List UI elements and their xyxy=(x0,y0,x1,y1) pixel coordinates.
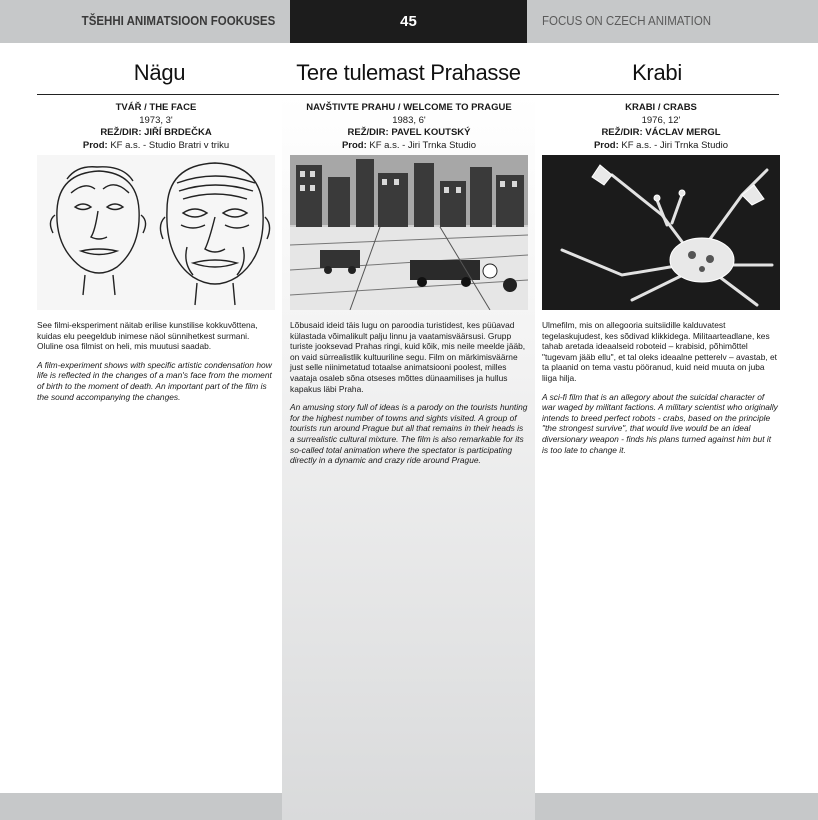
producer: KF a.s. - Jiri Trnka Studio xyxy=(621,139,729,151)
film-credits-1: TVÁŘ / THE FACE 1973, 3' REŽ/DIR: JIŘÍ B… xyxy=(37,102,275,152)
film-description-1: See filmi-eksperiment näitab erilise kun… xyxy=(37,320,275,410)
original-title: NAVŠTIVTE PRAHU / WELCOME TO PRAGUE xyxy=(306,102,512,113)
footer-bar-left xyxy=(0,793,282,820)
film-credits-2: NAVŠTIVTE PRAHU / WELCOME TO PRAGUE 1983… xyxy=(290,102,528,152)
header-section-title-en: FOCUS ON CZECH ANIMATION xyxy=(542,14,712,28)
original-title: TVÁŘ / THE FACE xyxy=(115,102,197,113)
film-credits-3: KRABI / CRABS 1976, 12' REŽ/DIR: VÁCLAV … xyxy=(542,102,780,152)
director: JIŘÍ BRDEČKA xyxy=(144,127,212,138)
director-label: REŽ/DIR: xyxy=(601,127,643,138)
footer-bar-right xyxy=(535,793,818,820)
producer: KF a.s. - Jiri Trnka Studio xyxy=(369,139,477,151)
description-en: A film-experiment shows with specific ar… xyxy=(37,359,272,402)
prod-label: Prod: xyxy=(593,139,619,151)
year-length: 1983, 6' xyxy=(392,114,426,126)
description-et: Lõbusaid ideid täis lugu on paroodia tur… xyxy=(290,320,526,394)
film-still-prague xyxy=(290,155,528,310)
page-number: 45 xyxy=(290,0,527,43)
film-still-faces xyxy=(37,155,275,310)
prod-label: Prod: xyxy=(341,139,367,151)
director: VÁCLAV MERGL xyxy=(645,127,721,138)
title-divider xyxy=(37,94,779,95)
header-section-title-et: TŠEHHI ANIMATSIOON FOOKUSES xyxy=(81,14,276,28)
year-length: 1976, 12' xyxy=(641,114,681,126)
description-et: Ulmefilm, mis on allegooria suitsiidille… xyxy=(542,320,778,383)
film-still-crabs xyxy=(542,155,780,310)
prod-label: Prod: xyxy=(82,139,108,151)
film-title-2: Tere tulemast Prahasse xyxy=(296,60,521,85)
director-label: REŽ/DIR: xyxy=(347,127,389,138)
director: PAVEL KOUTSKÝ xyxy=(391,127,471,138)
description-en: A sci-fi film that is an allegory about … xyxy=(542,391,778,455)
description-et: See filmi-eksperiment näitab erilise kun… xyxy=(37,320,258,352)
film-description-3: Ulmefilm, mis on allegooria suitsiidille… xyxy=(542,320,778,463)
director-label: REŽ/DIR: xyxy=(100,127,142,138)
original-title: KRABI / CRABS xyxy=(625,102,697,113)
year-length: 1973, 3' xyxy=(139,114,173,126)
film-title-1: Nägu xyxy=(133,60,186,85)
film-description-2: Lõbusaid ideid täis lugu on paroodia tur… xyxy=(290,320,528,474)
producer: KF a.s. - Studio Bratri v triku xyxy=(110,139,230,151)
page-header: TŠEHHI ANIMATSIOON FOOKUSES 45 FOCUS ON … xyxy=(0,0,818,43)
film-title-3: Krabi xyxy=(632,60,682,85)
description-en: An amusing story full of ideas is a paro… xyxy=(290,402,528,466)
